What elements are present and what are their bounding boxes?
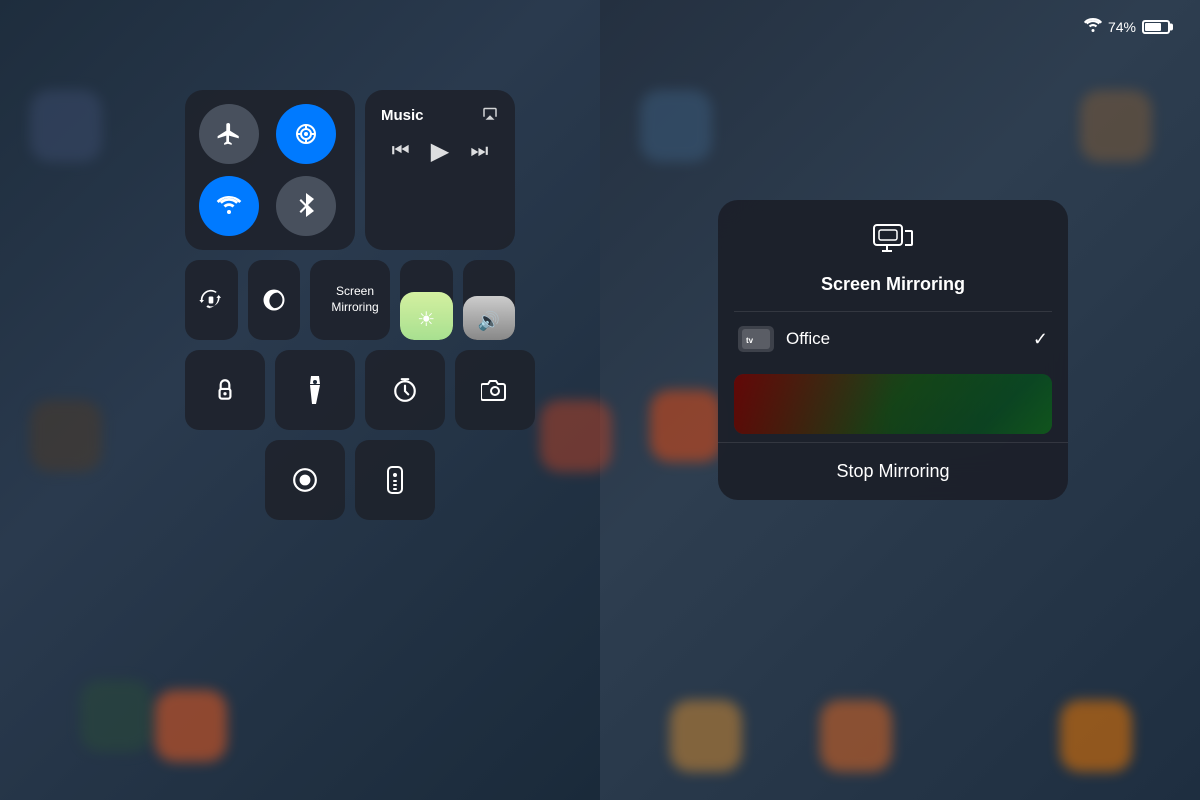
music-title: Music	[381, 107, 424, 124]
bg-app-icon	[640, 90, 712, 162]
flashlight-button[interactable]	[275, 350, 355, 430]
bg-app-icon	[155, 690, 227, 762]
bluetooth-button[interactable]	[276, 176, 336, 236]
music-play-button[interactable]: ▶	[431, 137, 449, 166]
bg-app-icon	[820, 700, 892, 772]
battery-icon	[1142, 20, 1170, 34]
mirroring-option-office[interactable]: tv Office ✓	[718, 312, 1068, 366]
bg-app-icon	[1060, 700, 1132, 772]
battery-fill	[1145, 23, 1161, 31]
mirroring-option-name: Office	[786, 329, 1021, 349]
mirroring-option-checkmark: ✓	[1033, 329, 1048, 350]
stop-mirroring-button[interactable]: Stop Mirroring	[718, 443, 1068, 500]
mirroring-dialog-icon	[873, 224, 913, 264]
lock-rotation-button[interactable]	[185, 350, 265, 430]
mirroring-dialog: Screen Mirroring tv Office ✓ Stop Mirror…	[718, 200, 1068, 500]
mirroring-dialog-title: Screen Mirroring	[821, 274, 965, 295]
music-panel: Music ⏮ ▶ ⏭	[365, 90, 515, 250]
svg-text:tv: tv	[746, 336, 754, 345]
volume-icon: 🔊	[478, 311, 500, 332]
brightness-icon: ☀	[417, 307, 435, 332]
music-controls: ⏮ ▶ ⏭	[381, 137, 499, 166]
appletv-icon: tv	[738, 326, 774, 352]
remote-button[interactable]	[355, 440, 435, 520]
control-center: Music ⏮ ▶ ⏭	[185, 90, 515, 520]
bg-app-icon	[80, 680, 152, 752]
do-not-disturb-button[interactable]	[248, 260, 301, 340]
bg-app-icon	[1080, 90, 1152, 162]
cc-bottom-row	[185, 350, 515, 430]
brightness-slider[interactable]: ☀	[400, 260, 453, 340]
bg-app-icon	[540, 400, 612, 472]
wifi-toggle-button[interactable]	[199, 176, 259, 236]
stop-mirroring-label: Stop Mirroring	[836, 461, 949, 482]
mirroring-header: Screen Mirroring	[718, 200, 1068, 311]
bg-app-icon	[670, 700, 742, 772]
camera-button[interactable]	[455, 350, 535, 430]
cellular-button[interactable]	[276, 104, 336, 164]
screen-mirroring-label: Screen Mirroring	[331, 284, 378, 315]
bg-app-icon	[650, 390, 722, 462]
bg-app-icon	[30, 400, 102, 472]
mirroring-preview	[734, 374, 1052, 434]
cc-top-row: Music ⏮ ▶ ⏭	[185, 90, 515, 250]
wifi-icon	[1084, 18, 1102, 35]
screen-mirroring-button[interactable]: Screen Mirroring	[310, 260, 390, 340]
cc-middle-row: Screen Mirroring ☀ 🔊	[185, 260, 515, 340]
screen-record-button[interactable]	[265, 440, 345, 520]
battery-percentage: 74%	[1108, 19, 1136, 35]
music-rewind-button[interactable]: ⏮	[392, 140, 410, 163]
volume-slider[interactable]: 🔊	[463, 260, 516, 340]
status-bar: 74%	[600, 18, 1200, 35]
connectivity-panel	[185, 90, 355, 250]
airplane-mode-button[interactable]	[199, 104, 259, 164]
music-forward-button[interactable]: ⏭	[470, 140, 488, 163]
cc-last-row	[185, 440, 515, 520]
music-header: Music	[381, 104, 499, 127]
timer-button[interactable]	[365, 350, 445, 430]
airplay-icon[interactable]	[481, 104, 499, 127]
bg-app-icon	[30, 90, 102, 162]
rotation-lock-button[interactable]	[185, 260, 238, 340]
